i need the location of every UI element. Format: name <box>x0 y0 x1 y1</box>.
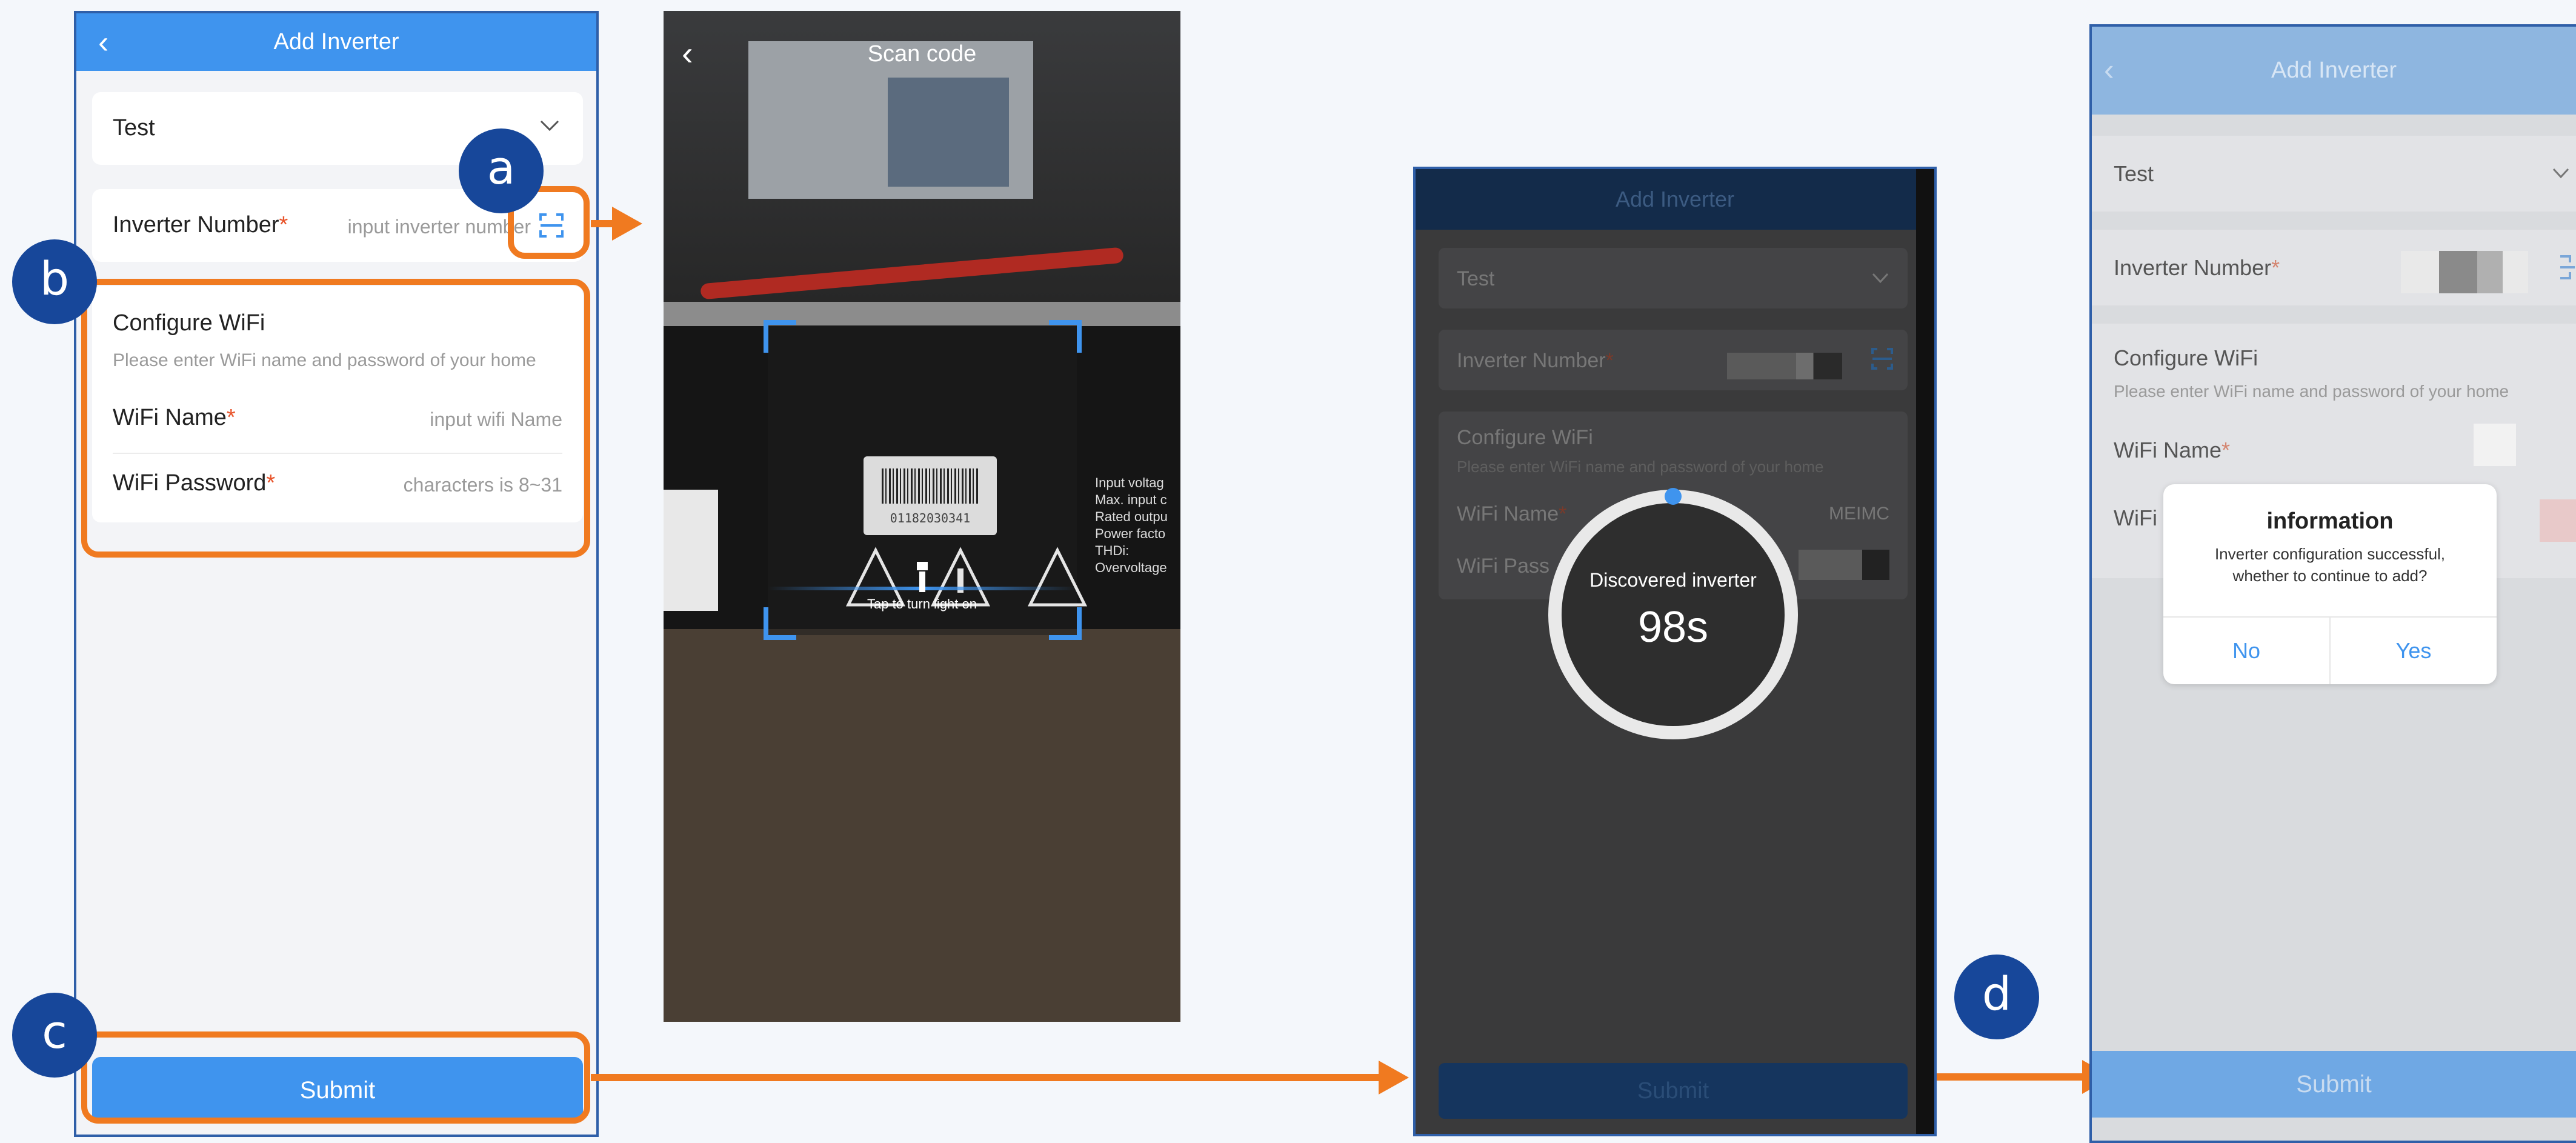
chevron-down-icon <box>1872 273 1889 284</box>
arrow-to-discovery <box>591 1074 1379 1081</box>
plant-value: Test <box>1457 267 1495 290</box>
plant-select[interactable]: Test <box>1439 248 1908 308</box>
dialog-yes-button[interactable]: Yes <box>2331 618 2497 684</box>
inverter-number-input[interactable]: input inverter number <box>348 216 531 238</box>
inverter-number-label: Inverter Number* <box>113 212 288 238</box>
monitor-screen <box>888 78 1009 187</box>
arrow-to-scan-head <box>612 207 642 241</box>
desk-surface <box>664 629 1180 1022</box>
ring-dot <box>1665 488 1682 505</box>
spec-line: Rated outpu <box>1095 509 1168 524</box>
scan-code-icon[interactable] <box>2558 254 2576 281</box>
required-mark: * <box>1605 349 1614 372</box>
plant-select[interactable]: Test <box>2092 136 2576 212</box>
inverter-number-row: Inverter Number* <box>2092 230 2576 305</box>
redacted-value <box>2474 424 2516 466</box>
arrow-to-discovery-head <box>1379 1061 1409 1095</box>
arrow-to-result <box>1937 1073 2082 1081</box>
dim-header: Add Inverter <box>1416 169 1934 230</box>
screen-scan-code: 01182030341 Tap to turn light on Input v… <box>664 11 1180 1022</box>
page-title: Add Inverter <box>273 29 399 55</box>
countdown-value: 98s <box>1637 603 1709 651</box>
scan-title: Scan code <box>867 41 977 67</box>
spec-line: Power facto <box>1095 526 1166 541</box>
redacted-value <box>1727 353 1842 379</box>
step-marker-a: a <box>459 128 544 213</box>
spec-line: Max. input c <box>1095 492 1167 507</box>
chevron-down-icon <box>2552 168 2569 179</box>
submit-highlight <box>81 1031 590 1124</box>
inverter-label: Inverter Number* <box>1457 349 1614 373</box>
page-title: Add Inverter <box>2271 58 2397 83</box>
redacted-value <box>2540 499 2576 542</box>
redacted-value <box>2401 251 2528 293</box>
screen-add-success: ‹ Add Inverter Test Inverter Number* Con… <box>2089 24 2576 1143</box>
chevron-down-icon <box>540 120 559 132</box>
wifi-hint: Please enter WiFi name and password of y… <box>2114 382 2509 401</box>
redacted-value <box>1799 550 1889 580</box>
wifi-name-label-text: WiFi Name <box>2114 438 2222 462</box>
spec-line: Overvoltage <box>1095 560 1167 575</box>
spec-text: Input voltag Max. input c Rated outpu Po… <box>1095 475 1168 576</box>
submit-button[interactable]: Submit <box>1439 1063 1908 1119</box>
spec-line: Input voltag <box>1095 475 1164 490</box>
wifi-heading: Configure WiFi <box>1457 426 1593 449</box>
step-marker-c: c <box>12 993 97 1078</box>
required-mark: * <box>2271 255 2280 280</box>
plant-value: Test <box>113 115 155 141</box>
dialog-no-button[interactable]: No <box>2163 618 2329 684</box>
wifi-password-label: WiFi Pass <box>1457 555 1549 578</box>
page-title: Add Inverter <box>1615 187 1735 212</box>
discovered-text: Discovered inverter <box>1589 569 1757 591</box>
app-header: ‹ Add Inverter <box>76 13 596 71</box>
scan-code-icon[interactable] <box>1870 347 1894 371</box>
wifi-name-value: MEIMC <box>1829 504 1889 524</box>
inverter-label-text: Inverter Number <box>1457 349 1606 372</box>
right-bar <box>1916 169 1934 1134</box>
confirm-dialog: information Inverter configuration succe… <box>2163 484 2497 684</box>
wifi-hint: Please enter WiFi name and password of y… <box>1457 458 1824 476</box>
inverter-label-text: Inverter Number <box>113 212 279 238</box>
dialog-message-line: whether to continue to add? <box>2232 567 2428 585</box>
wifi-password-label: WiFi <box>2114 505 2157 530</box>
wifi-name-label: WiFi Name* <box>2114 438 2230 463</box>
required-mark: * <box>279 212 288 238</box>
step-marker-b: b <box>12 239 97 324</box>
plant-value: Test <box>2114 161 2154 186</box>
cable <box>700 247 1124 300</box>
inverter-label: Inverter Number* <box>2114 255 2280 281</box>
inverter-number-row: Inverter Number* <box>1439 330 1908 390</box>
sticker-left <box>664 490 718 611</box>
spec-line: THDi: <box>1095 543 1130 558</box>
inverter-label-text: Inverter Number <box>2114 255 2272 280</box>
dialog-title: information <box>2266 508 2394 534</box>
app-header: ‹ Add Inverter <box>2092 27 2576 115</box>
arrow-to-scan <box>591 220 615 227</box>
torch-hint[interactable]: Tap to turn light on <box>664 596 1180 612</box>
submit-button[interactable]: Submit <box>2092 1051 2576 1118</box>
dialog-message-line: Inverter configuration successful, <box>2214 545 2446 563</box>
screen-discovering: Add Inverter Test Inverter Number* Confi… <box>1413 167 1937 1136</box>
flashlight-icon[interactable] <box>913 559 931 596</box>
step-marker-d: d <box>1954 955 2039 1039</box>
wifi-section-highlight <box>81 279 590 558</box>
wifi-heading: Configure WiFi <box>2114 345 2258 370</box>
required-mark: * <box>2222 438 2231 462</box>
